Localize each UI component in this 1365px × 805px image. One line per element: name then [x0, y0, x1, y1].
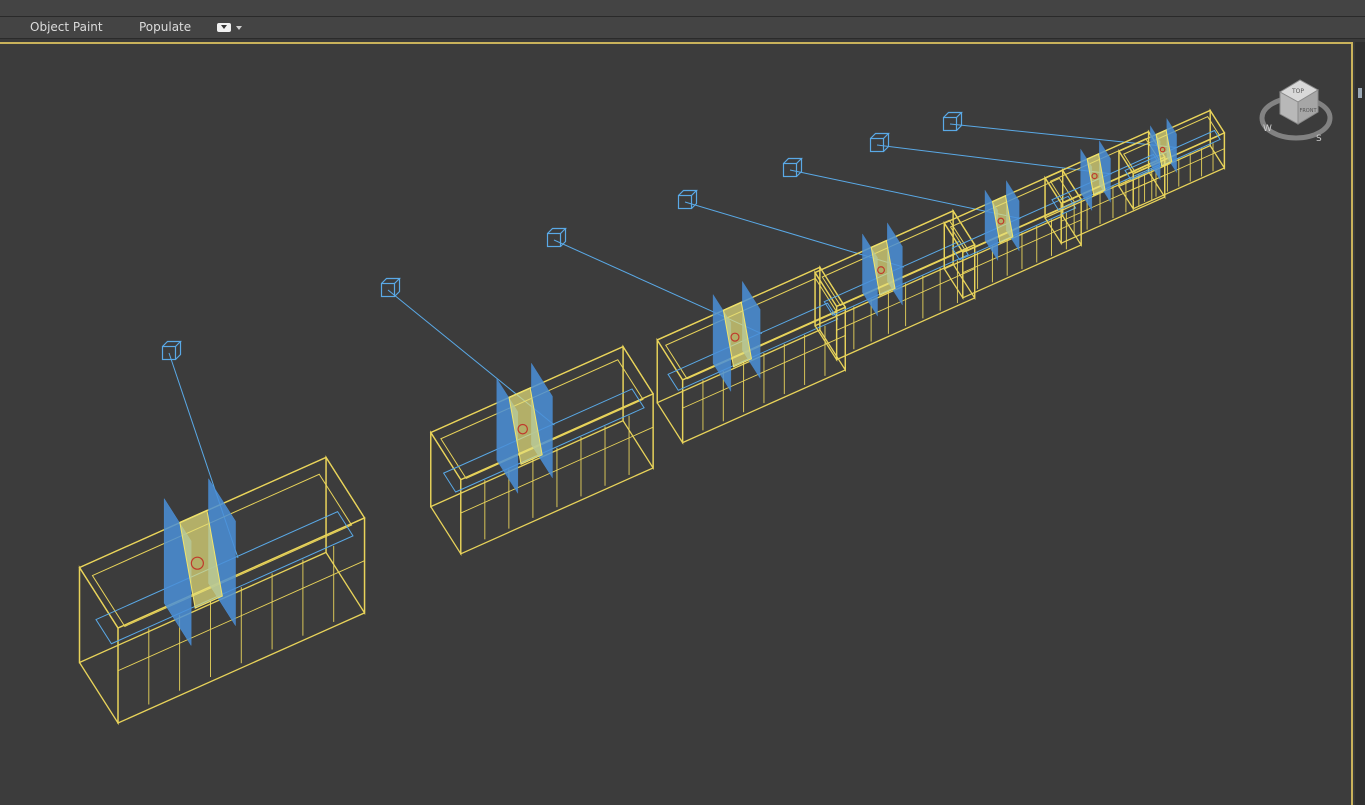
camera-top-edge: [162, 340, 182, 347]
camera-icon: [161, 340, 182, 361]
camera-icon: [677, 189, 698, 210]
ribbon-bar: Object Paint Populate: [0, 17, 1365, 39]
crate-face: [656, 337, 684, 445]
crate-wireframe: [78, 455, 366, 726]
camera-top-edge: [943, 111, 963, 118]
crate-face: [622, 344, 654, 471]
camera-top-edge: [547, 227, 567, 234]
viewcube-south-label: S: [1316, 134, 1322, 144]
crate-wireframe: [429, 344, 655, 557]
camera-icon: [380, 277, 401, 298]
perspective-viewport[interactable]: TOP FRONT W S: [0, 42, 1353, 805]
camera-top-edge: [381, 277, 401, 284]
caret-down-icon: [236, 26, 242, 30]
title-strip: [0, 0, 1365, 17]
ribbon-options-dropdown[interactable]: [217, 21, 243, 35]
crate-face: [1062, 168, 1082, 248]
viewcube-west-label: W: [1263, 124, 1272, 134]
camera-top-edge: [870, 132, 890, 139]
crate-wireframe: [1118, 108, 1226, 211]
command-panel-edge: [1355, 42, 1365, 805]
camera-icon: [782, 157, 803, 178]
camera-target-line: [949, 123, 1178, 149]
crate-wireframe: [656, 265, 847, 445]
viewport-scene: TOP FRONT W S: [78, 79, 1333, 726]
camera-icon: [546, 227, 567, 248]
tab-populate[interactable]: Populate: [139, 19, 191, 36]
viewcube-top-label: TOP: [1291, 88, 1304, 95]
crate-face: [325, 455, 366, 616]
crate-face: [430, 430, 462, 557]
camera-icon: [869, 132, 890, 153]
crate-face: [819, 265, 846, 373]
camera-icon: [942, 111, 963, 132]
chevron-down-icon: [217, 23, 231, 32]
viewcube: TOP FRONT W S: [1259, 79, 1333, 144]
camera-top-edge: [783, 157, 803, 164]
crate-face: [78, 565, 119, 726]
viewcube-front-label: FRONT: [1299, 108, 1317, 114]
tab-object-paint[interactable]: Object Paint: [30, 19, 103, 36]
panel-tab[interactable]: [1358, 88, 1362, 98]
camera-top-edge: [678, 189, 698, 196]
